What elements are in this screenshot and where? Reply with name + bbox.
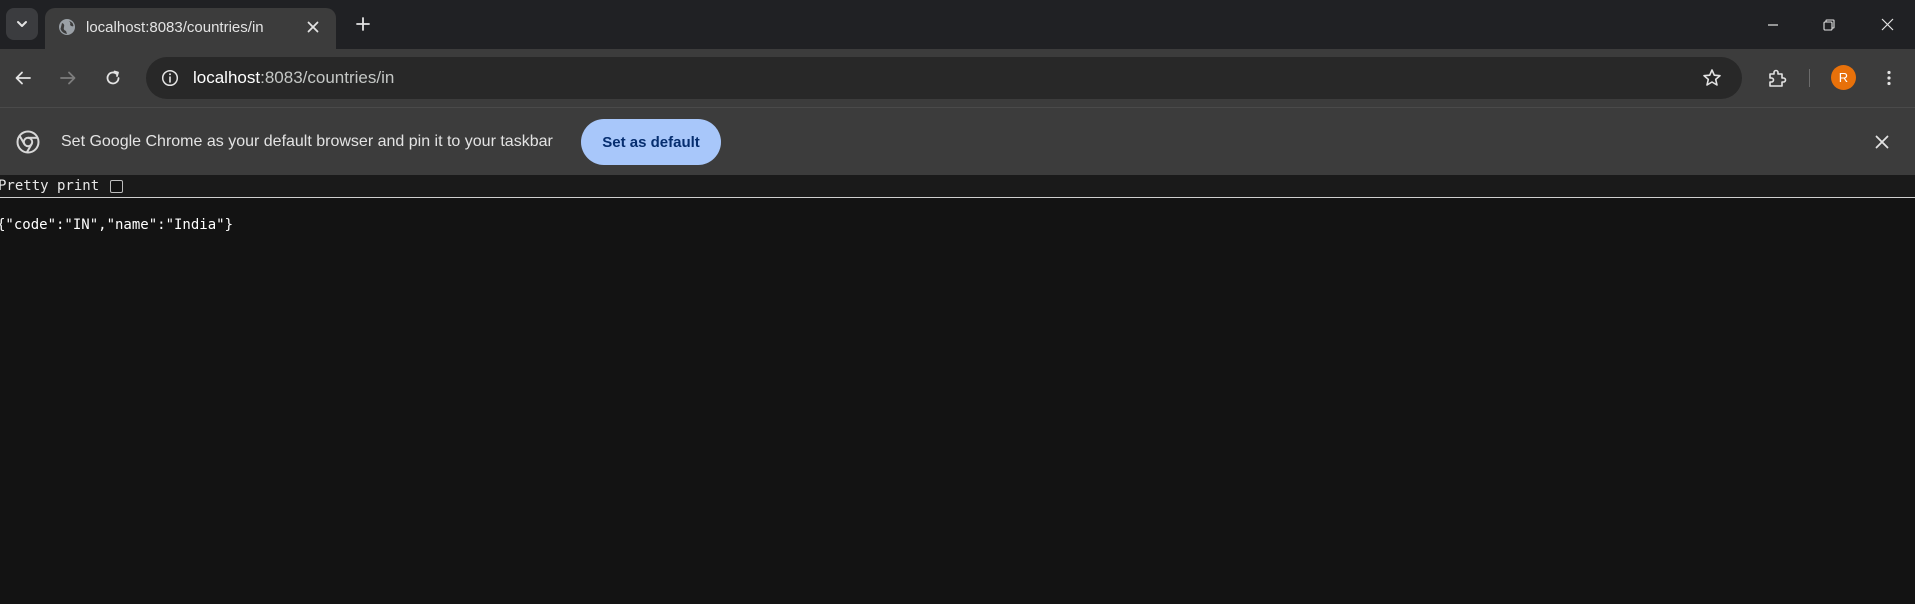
toolbar-separator xyxy=(1809,69,1810,87)
infobar-message: Set Google Chrome as your default browse… xyxy=(61,133,553,150)
close-icon xyxy=(1881,18,1893,31)
infobar-close-icon[interactable] xyxy=(1870,130,1894,154)
chevron-down-icon xyxy=(17,21,27,27)
chrome-menu-button[interactable] xyxy=(1873,62,1905,94)
chrome-logo-icon xyxy=(16,130,40,154)
forward-arrow-icon xyxy=(60,71,76,85)
restore-icon xyxy=(1823,18,1835,31)
new-tab-button[interactable] xyxy=(349,10,377,38)
reload-button[interactable] xyxy=(97,62,129,94)
url-path: :8083/countries/in xyxy=(260,68,395,87)
extensions-button[interactable] xyxy=(1761,62,1793,94)
set-as-default-button[interactable]: Set as default xyxy=(581,119,721,165)
page-content: Pretty print {"code":"IN","name":"India"… xyxy=(0,175,1915,604)
default-browser-infobar: Set Google Chrome as your default browse… xyxy=(0,107,1915,175)
tab-title: localhost:8083/countries/in xyxy=(86,19,264,36)
toolbar: localhost:8083/countries/in R xyxy=(0,49,1915,107)
profile-avatar[interactable]: R xyxy=(1831,65,1856,90)
back-button[interactable] xyxy=(7,62,39,94)
close-window-button[interactable] xyxy=(1859,0,1915,49)
url-text[interactable]: localhost:8083/countries/in xyxy=(193,68,394,88)
address-bar[interactable]: localhost:8083/countries/in xyxy=(146,57,1742,99)
minimize-button[interactable] xyxy=(1745,0,1801,49)
bookmark-star-icon[interactable] xyxy=(1700,66,1724,90)
back-arrow-icon xyxy=(15,71,31,85)
more-vertical-icon xyxy=(1887,70,1891,86)
url-host: localhost xyxy=(193,68,261,87)
active-tab[interactable]: localhost:8083/countries/in xyxy=(45,8,336,49)
puzzle-icon xyxy=(1769,69,1787,87)
forward-button[interactable] xyxy=(52,62,84,94)
json-body: {"code":"IN","name":"India"} xyxy=(0,217,234,233)
minimize-icon xyxy=(1768,23,1778,26)
pretty-print-checkbox[interactable] xyxy=(110,180,123,193)
site-info-icon[interactable] xyxy=(156,64,184,92)
globe-icon xyxy=(57,17,77,37)
pretty-print-bar: Pretty print xyxy=(0,175,1915,198)
restore-button[interactable] xyxy=(1801,0,1857,49)
tab-close-icon[interactable] xyxy=(301,15,325,39)
reload-icon xyxy=(106,70,120,85)
tab-search-button[interactable] xyxy=(6,8,38,40)
pretty-print-label: Pretty print xyxy=(0,178,100,194)
plus-icon xyxy=(356,17,370,31)
tab-strip: localhost:8083/countries/in xyxy=(0,0,1915,49)
